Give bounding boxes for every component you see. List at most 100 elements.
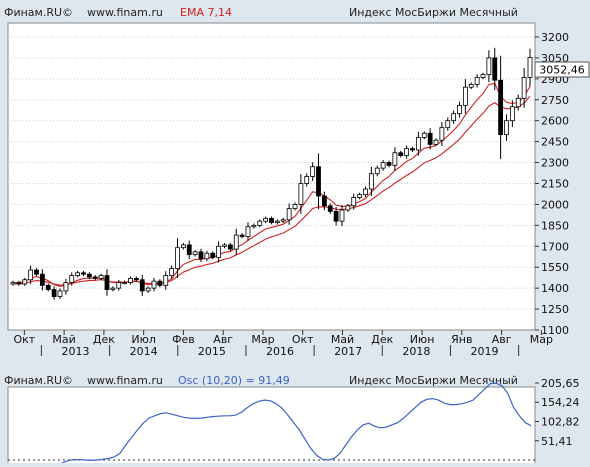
- candle-body-up: [374, 167, 380, 175]
- main-plot-area: [7, 22, 536, 331]
- x-tick-label: Дек: [371, 333, 393, 346]
- y-tick-label: 2600: [541, 115, 569, 128]
- osc-title: Индекс МосБиржи Месячный: [349, 374, 518, 387]
- candle-body-up: [457, 104, 462, 115]
- candle-body-up: [415, 137, 421, 151]
- candle-body-up: [380, 162, 386, 169]
- candle-body-up: [515, 97, 521, 108]
- candle-body-down: [398, 152, 404, 156]
- candle-body-up: [368, 173, 374, 190]
- candle-body-down: [239, 234, 245, 237]
- candle-body-down: [333, 210, 339, 222]
- candle-body-up: [392, 152, 398, 166]
- candle-body-up: [351, 197, 357, 207]
- ema-indicator-label: EMA 7,14: [180, 6, 232, 19]
- candle-body-up: [98, 275, 104, 279]
- candle-body-down: [210, 252, 216, 258]
- candle-body-up: [175, 247, 180, 270]
- osc-indicator-label: Osc (10,20) = 91,49: [178, 374, 290, 387]
- candle-body-up: [462, 86, 468, 106]
- candle-body-up: [69, 275, 75, 283]
- y-tick-label: 2150: [541, 177, 569, 190]
- candle-body-up: [116, 282, 122, 289]
- osc-y-tick-label: 154,24: [541, 396, 580, 409]
- candle-body-up: [263, 217, 269, 222]
- candle-body-up: [404, 148, 410, 156]
- candle-body-up: [216, 245, 222, 258]
- year-label: 2016: [266, 345, 294, 358]
- x-axis: Окт Май Дек Июл Фев Авг Мар Окт Май Дек Июн Янв Авг М…: [14, 330, 553, 358]
- candle-body-up: [292, 204, 298, 209]
- osc-y-tick-label: 51,41: [541, 435, 573, 448]
- candle-body-up: [486, 57, 492, 76]
- candle-body-up: [10, 282, 16, 285]
- y-tick-label: 2450: [541, 136, 569, 149]
- y-tick-label: 2750: [541, 94, 569, 107]
- x-tick-label: Фев: [172, 333, 195, 346]
- x-tick-label: Окт: [292, 333, 314, 346]
- y-tick-label: 1850: [541, 219, 569, 232]
- candle-body-up: [110, 287, 116, 290]
- last-price-label: 3052,46: [539, 64, 585, 77]
- candle-body-down: [498, 79, 504, 136]
- osc-y-tick-label: 205,65: [541, 377, 580, 390]
- candle-body-down: [104, 275, 110, 290]
- candle-body-up: [298, 183, 304, 205]
- candle-body-up: [527, 57, 533, 78]
- candle-body-up: [363, 188, 368, 196]
- candle-body-up: [474, 77, 480, 85]
- y-tick-label: 1700: [541, 240, 569, 253]
- x-tick-label: Дек: [93, 333, 115, 346]
- year-label: 2019: [471, 345, 499, 358]
- candle-body-up: [245, 226, 251, 237]
- candle-body-up: [310, 166, 316, 177]
- year-label: 2014: [130, 345, 158, 358]
- candle-body-up: [145, 287, 151, 292]
- y-tick-label: 1250: [541, 303, 569, 316]
- y-tick-label: 1400: [541, 282, 569, 295]
- candle-body-down: [492, 57, 498, 81]
- chart-canvas: Финам.RU© www.finam.ru EMA 7,14 Индекс М…: [4, 6, 590, 467]
- candle-body-up: [169, 268, 175, 276]
- candle-body-down: [133, 277, 139, 281]
- candle-body-up: [509, 106, 515, 122]
- candle-body-up: [180, 244, 186, 249]
- candle-body-up: [28, 269, 34, 281]
- year-label: 2018: [402, 345, 430, 358]
- year-label: 2017: [334, 345, 362, 358]
- candle-body-down: [386, 162, 392, 166]
- candle-body-up: [339, 209, 345, 222]
- candle-body-down: [427, 132, 433, 145]
- candle-body-up: [345, 205, 351, 211]
- candle-body-down: [321, 195, 327, 207]
- candle-body-down: [198, 251, 204, 260]
- candle-body-down: [86, 273, 92, 278]
- candle-body-up: [433, 139, 439, 145]
- chart-title: Индекс МосБиржи Месячный: [349, 6, 518, 19]
- candle-body-up: [280, 219, 286, 222]
- candle-body-up: [163, 275, 169, 286]
- candle-body-up: [233, 234, 239, 250]
- candle-body-up: [274, 220, 280, 223]
- candle-body-down: [316, 166, 321, 197]
- candle-body-up: [204, 252, 210, 260]
- x-tick-label: Окт: [14, 333, 36, 346]
- candle-body-up: [128, 277, 133, 283]
- source-label: Финам.RU©: [4, 6, 73, 19]
- candle-body-down: [45, 284, 51, 290]
- candle-body-up: [122, 282, 128, 284]
- y-tick-label: 3200: [541, 31, 569, 44]
- url-label[interactable]: www.finam.ru: [87, 6, 163, 19]
- candle-body-up: [257, 220, 263, 226]
- candle-body-up: [445, 120, 451, 129]
- osc-y-tick-label: 102,82: [541, 416, 580, 429]
- y-tick-label: 2300: [541, 157, 569, 170]
- candle-body-up: [504, 120, 509, 136]
- osc-url-label[interactable]: www.finam.ru: [87, 374, 163, 387]
- candle-body-up: [57, 290, 63, 297]
- candle-body-up: [251, 224, 257, 228]
- candle-body-up: [22, 279, 28, 285]
- y-tick-label: 2000: [541, 198, 569, 211]
- osc-source-label: Финам.RU©: [4, 374, 73, 387]
- candle-body-up: [286, 208, 292, 221]
